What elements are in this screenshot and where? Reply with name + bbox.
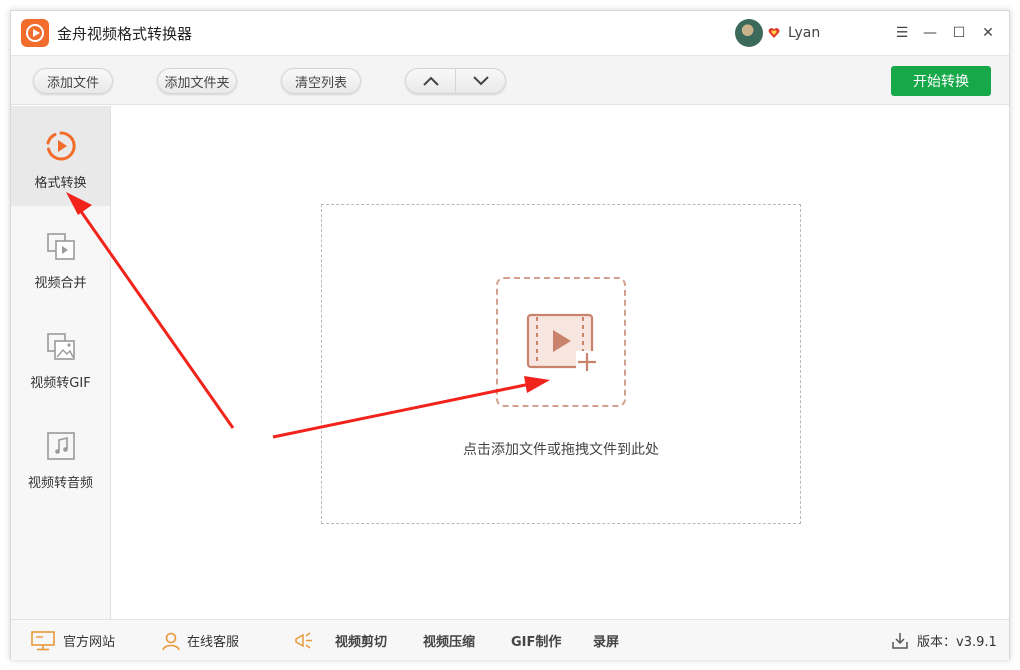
online-support-label: 在线客服 — [187, 635, 240, 650]
add-file-target[interactable] — [496, 277, 626, 407]
promo-icon-wrap — [293, 620, 315, 661]
sidebar-item-video-to-gif[interactable]: 视频转GIF — [11, 306, 110, 406]
video-to-gif-icon — [47, 333, 75, 360]
tool-screen-record[interactable]: 录屏 — [593, 620, 619, 661]
video-to-audio-icon — [47, 432, 75, 460]
add-folder-button[interactable]: 添加文件夹 — [157, 68, 237, 94]
drop-hint-text: 点击添加文件或拖拽文件到此处 — [463, 442, 659, 458]
maximize-button[interactable]: ☐ — [948, 22, 970, 44]
sidebar-item-video-to-audio[interactable]: 视频转音频 — [11, 406, 110, 506]
start-convert-button[interactable]: 开始转换 — [891, 66, 991, 96]
sidebar-item-label: 视频合并 — [34, 276, 87, 291]
user-avatar[interactable] — [735, 19, 763, 47]
sidebar: 格式转换 视频合并 视频转GIF 视频转音频 — [11, 106, 111, 619]
app-title: 金舟视频格式转换器 — [57, 25, 193, 43]
add-video-icon — [526, 313, 598, 373]
user-name[interactable]: Lyan — [788, 25, 820, 41]
tool-video-cut[interactable]: 视频剪切 — [335, 620, 387, 661]
move-order-group — [405, 68, 506, 94]
format-convert-icon — [46, 131, 76, 161]
support-agent-icon — [162, 632, 180, 650]
sidebar-item-label: 视频转GIF — [30, 376, 91, 391]
sidebar-item-label: 格式转换 — [34, 176, 87, 191]
monitor-icon — [31, 630, 55, 650]
sidebar-item-video-merge[interactable]: 视频合并 — [11, 206, 110, 306]
version-info[interactable]: 版本：v3.9.1 — [891, 620, 997, 661]
version-label: 版本：v3.9.1 — [917, 635, 997, 650]
move-up-button[interactable] — [406, 69, 456, 93]
minimize-button[interactable]: — — [919, 22, 941, 44]
sidebar-item-label: 视频转音频 — [27, 476, 93, 491]
title-bar: 金舟视频格式转换器 Lyan ☰ — ☐ ✕ — [11, 11, 1009, 55]
online-support-link[interactable]: 在线客服 — [161, 620, 239, 661]
download-icon — [892, 632, 908, 649]
vip-heart-icon — [768, 28, 780, 38]
tool-video-compress[interactable]: 视频压缩 — [423, 620, 475, 661]
add-file-button[interactable]: 添加文件 — [33, 68, 113, 94]
megaphone-icon — [295, 631, 312, 649]
clear-list-button[interactable]: 清空列表 — [281, 68, 361, 94]
file-drop-zone[interactable]: 点击添加文件或拖拽文件到此处 — [321, 204, 801, 524]
menu-icon[interactable]: ☰ — [891, 22, 913, 44]
sidebar-item-format-convert[interactable]: 格式转换 — [11, 106, 110, 206]
toolbar: 添加文件 添加文件夹 清空列表 开始转换 — [11, 55, 1009, 105]
move-down-button[interactable] — [456, 69, 506, 93]
chevron-down-icon — [473, 76, 489, 86]
app-window: 金舟视频格式转换器 Lyan ☰ — ☐ ✕ 添加文件 添加文件夹 清空列表 开… — [10, 10, 1010, 660]
tool-gif-maker[interactable]: GIF制作 — [511, 620, 561, 661]
official-website-label: 官方网站 — [63, 635, 116, 650]
chevron-up-icon — [422, 76, 439, 86]
status-bar: 官方网站 在线客服 视频剪切 视频压缩 GIF制作 录屏 版本：v3.9.1 — [11, 619, 1009, 660]
main-area: 点击添加文件或拖拽文件到此处 — [111, 106, 1009, 619]
video-merge-icon — [47, 233, 75, 260]
official-website-link[interactable]: 官方网站 — [31, 620, 115, 661]
close-button[interactable]: ✕ — [977, 22, 999, 44]
app-logo-icon — [21, 19, 49, 47]
